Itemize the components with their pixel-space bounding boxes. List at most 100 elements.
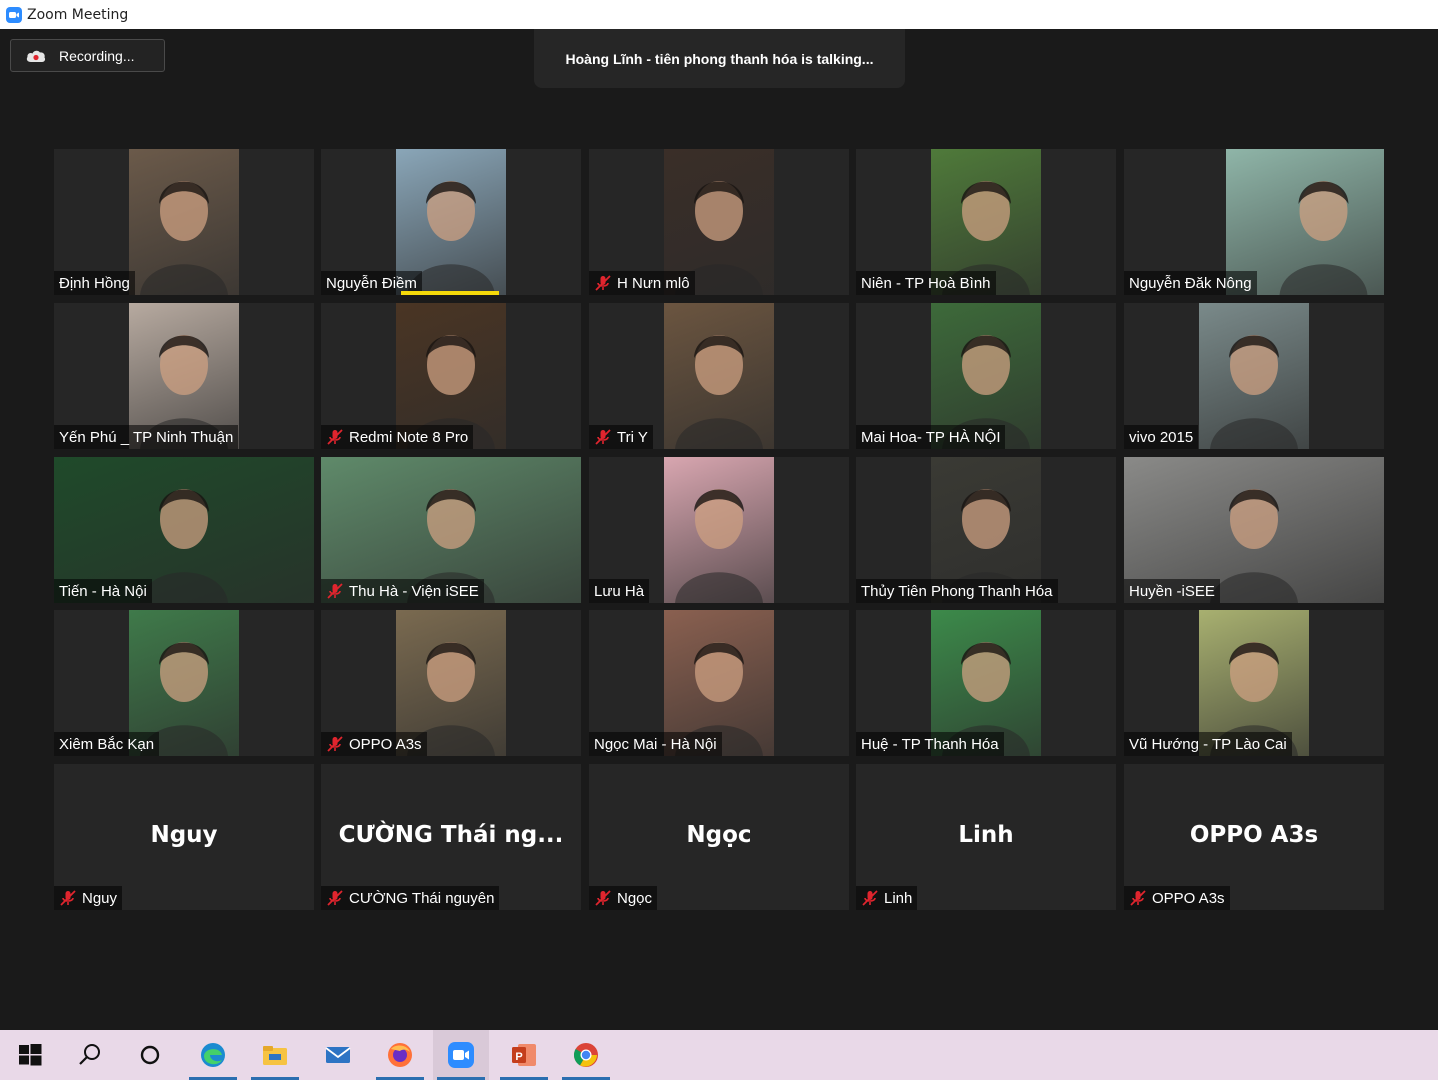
- participant-tile[interactable]: Nguyễn Điềm: [321, 149, 581, 295]
- participant-tile[interactable]: Xiêm Bắc Kạn: [54, 610, 314, 756]
- meeting-stage: Recording... Hoàng Lĩnh - tiên phong tha…: [0, 29, 1438, 1030]
- file-explorer-icon: [260, 1040, 290, 1070]
- participant-tile[interactable]: Ngọc Ngọc: [589, 764, 849, 910]
- participant-display-name: Nguy: [150, 822, 218, 848]
- participant-video: [129, 149, 239, 295]
- participant-name: Thu Hà - Viện iSEE: [349, 582, 479, 600]
- participant-tile[interactable]: OPPO A3s OPPO A3s: [1124, 764, 1384, 910]
- muted-mic-icon: [594, 428, 612, 446]
- participant-name-label: Mai Hoa- TP HÀ NỘI: [856, 425, 1006, 449]
- participant-name: Nguy: [82, 889, 118, 907]
- participant-name: Thủy Tiên Phong Thanh Hóa: [861, 582, 1053, 600]
- participant-name: Lưu Hà: [594, 582, 645, 600]
- participant-display-name: OPPO A3s: [1189, 822, 1319, 848]
- muted-mic-icon: [861, 889, 879, 907]
- participant-name: Yến Phú _ TP Ninh Thuận: [59, 428, 234, 446]
- gallery-grid: Định Hồng Nguyễn Điềm H Nưn mlô Niên - TP H…: [54, 149, 1384, 911]
- participant-name-label: Xiêm Bắc Kạn: [54, 732, 160, 756]
- taskbar-file-explorer-button[interactable]: [247, 1030, 303, 1080]
- participant-name: Linh: [884, 889, 913, 907]
- windows-taskbar: P: [0, 1030, 1438, 1080]
- muted-mic-icon: [326, 889, 344, 907]
- participant-video: [664, 457, 774, 603]
- participant-tile[interactable]: Niên - TP Hoà Bình: [856, 149, 1116, 295]
- active-speaker-text: Hoàng Lĩnh - tiên phong thanh hóa is tal…: [565, 50, 874, 67]
- svg-text:P: P: [515, 1051, 522, 1063]
- participant-tile[interactable]: Linh Linh: [856, 764, 1116, 910]
- zoom-app-icon: [6, 6, 22, 23]
- participant-tile[interactable]: Nguy Nguy: [54, 764, 314, 910]
- participant-tile[interactable]: Thủy Tiên Phong Thanh Hóa: [856, 457, 1116, 603]
- recording-label: Recording...: [59, 47, 135, 64]
- participant-tile[interactable]: Lưu Hà: [589, 457, 849, 603]
- participant-tile[interactable]: Ngọc Mai - Hà Nội: [589, 610, 849, 756]
- participant-tile[interactable]: Tiến - Hà Nội: [54, 457, 314, 603]
- participant-name-label: Ngọc: [589, 886, 658, 910]
- windows-start-icon: [15, 1040, 45, 1070]
- participant-name: OPPO A3s: [1152, 889, 1225, 907]
- participant-name-label: Linh: [856, 886, 918, 910]
- taskbar-firefox-button[interactable]: [372, 1030, 428, 1080]
- participant-name-label: Nguy: [54, 886, 123, 910]
- participant-name-label: CƯỜNG Thái nguyên: [321, 886, 500, 910]
- participant-name-label: Vũ Hướng - TP Lào Cai: [1124, 732, 1292, 756]
- participant-display-name: Ngọc: [686, 822, 752, 848]
- participant-tile[interactable]: vivo 2015: [1124, 303, 1384, 449]
- participant-name: Niên - TP Hoà Bình: [861, 274, 991, 292]
- participant-tile[interactable]: Tri Y: [589, 303, 849, 449]
- taskbar-zoom-button[interactable]: [433, 1030, 489, 1080]
- participant-display-name: Linh: [958, 822, 1014, 848]
- taskbar-powerpoint-button[interactable]: P: [496, 1030, 552, 1080]
- edge-icon: [198, 1040, 228, 1070]
- participant-name-label: H Nưn mlô: [589, 271, 695, 295]
- participant-name: Huyền -iSEE: [1129, 582, 1215, 600]
- taskbar-edge-button[interactable]: [185, 1030, 241, 1080]
- taskbar-mail-button[interactable]: [310, 1030, 366, 1080]
- participant-name-label: Yến Phú _ TP Ninh Thuận: [54, 425, 239, 449]
- participant-tile[interactable]: Nguyễn Đăk Nông: [1124, 149, 1384, 295]
- zoom-icon: [446, 1040, 476, 1070]
- recording-indicator[interactable]: Recording...: [10, 39, 165, 72]
- participant-name-label: Nguyễn Đăk Nông: [1124, 271, 1257, 295]
- chrome-icon: [571, 1040, 601, 1070]
- participant-name: Mai Hoa- TP HÀ NỘI: [861, 428, 1001, 446]
- participant-name: Ngọc Mai - Hà Nội: [594, 735, 717, 753]
- participant-tile[interactable]: Yến Phú _ TP Ninh Thuận: [54, 303, 314, 449]
- taskbar-search-button[interactable]: [62, 1030, 118, 1080]
- powerpoint-icon: P: [509, 1040, 539, 1070]
- participant-tile[interactable]: Định Hồng: [54, 149, 314, 295]
- muted-mic-icon: [1129, 889, 1147, 907]
- taskbar-cortana-button[interactable]: [122, 1030, 178, 1080]
- participant-name: OPPO A3s: [349, 735, 422, 753]
- participant-name: Nguyễn Điềm: [326, 274, 417, 292]
- muted-mic-icon: [326, 582, 344, 600]
- participant-tile[interactable]: Thu Hà - Viện iSEE: [321, 457, 581, 603]
- participant-name: Xiêm Bắc Kạn: [59, 735, 155, 753]
- participant-tile[interactable]: Redmi Note 8 Pro: [321, 303, 581, 449]
- participant-video: [1199, 303, 1309, 449]
- taskbar-windows-start-button[interactable]: [2, 1030, 58, 1080]
- participant-name: Vũ Hướng - TP Lào Cai: [1129, 735, 1287, 753]
- taskbar-chrome-button[interactable]: [558, 1030, 614, 1080]
- muted-mic-icon: [594, 274, 612, 292]
- participant-tile[interactable]: Huyền -iSEE: [1124, 457, 1384, 603]
- participant-name-label: Huyền -iSEE: [1124, 579, 1220, 603]
- participant-tile[interactable]: Huệ - TP Thanh Hóa: [856, 610, 1116, 756]
- participant-name-label: Redmi Note 8 Pro: [321, 425, 474, 449]
- participant-tile[interactable]: Mai Hoa- TP HÀ NỘI: [856, 303, 1116, 449]
- participant-name-label: Niên - TP Hoà Bình: [856, 271, 996, 295]
- participant-tile[interactable]: OPPO A3s: [321, 610, 581, 756]
- participant-tile[interactable]: CƯỜNG Thái ng... CƯỜNG Thái nguyên: [321, 764, 581, 910]
- participant-tile[interactable]: Vũ Hướng - TP Lào Cai: [1124, 610, 1384, 756]
- muted-mic-icon: [326, 735, 344, 753]
- participant-name-label: Tri Y: [589, 425, 653, 449]
- participant-name-label: Lưu Hà: [589, 579, 650, 603]
- muted-mic-icon: [326, 428, 344, 446]
- search-icon: [75, 1040, 105, 1070]
- participant-tile[interactable]: H Nưn mlô: [589, 149, 849, 295]
- speaking-indicator: [401, 291, 499, 295]
- participant-name: Redmi Note 8 Pro: [349, 428, 469, 446]
- participant-name-label: Tiến - Hà Nội: [54, 579, 152, 603]
- participant-name-label: OPPO A3s: [321, 732, 427, 756]
- window-titlebar: Zoom Meeting: [0, 0, 1438, 29]
